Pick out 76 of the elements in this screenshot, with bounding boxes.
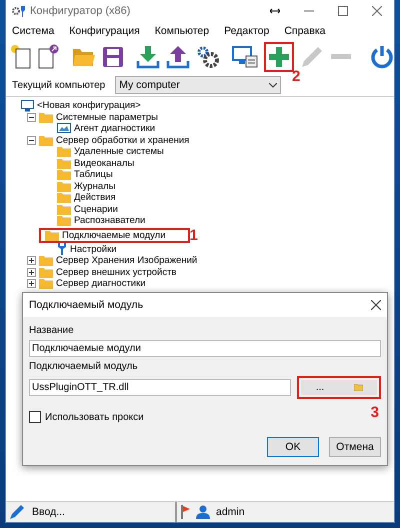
folder-icon (39, 255, 53, 266)
pencil-icon (10, 505, 24, 519)
computer-dropdown[interactable]: My computer (115, 76, 282, 94)
tree-item[interactable]: Действия (74, 192, 116, 204)
menu-item[interactable]: Справка (284, 25, 326, 37)
folder-icon (39, 278, 53, 290)
window-title: Конфигуратор (x86) (30, 5, 132, 17)
computer-icon (21, 100, 34, 112)
annotation-number: 1 (190, 226, 198, 244)
folder-icon (57, 158, 71, 169)
tree-item[interactable]: Видеоканалы (74, 158, 134, 169)
tree-item[interactable]: <Новая конфигурация> (37, 100, 141, 112)
user-icon (196, 505, 210, 519)
folder-icon (354, 384, 362, 391)
tree-item[interactable]: Удаленные системы (74, 146, 164, 158)
maximize-icon[interactable] (338, 6, 348, 16)
folder-icon (57, 180, 71, 192)
name-field[interactable]: Подключаемые модули (29, 340, 381, 357)
upload-icon[interactable] (166, 45, 190, 69)
tree-item[interactable]: Сервер внешних устройств (56, 266, 176, 278)
gears-icon (12, 5, 26, 17)
folder-icon (39, 266, 53, 278)
power-icon[interactable] (370, 45, 394, 69)
expand-icon[interactable] (27, 256, 36, 266)
menu-item[interactable]: Редактор (224, 25, 270, 37)
tree-item[interactable]: Системные параметры (56, 112, 158, 123)
collapse-icon[interactable] (27, 112, 36, 122)
tree-item[interactable]: Настройки (70, 244, 117, 255)
menu-item[interactable]: Система (12, 25, 54, 37)
gears-icon[interactable] (196, 45, 220, 69)
tree-item[interactable]: Подключаемые модули (62, 230, 166, 240)
tree-item[interactable]: Сервер Хранения Изображений (56, 255, 198, 266)
tree-item[interactable]: Сервер диагностики (56, 278, 146, 290)
dialog-title: Подключаемый модуль (29, 299, 144, 311)
monitors-icon[interactable] (232, 45, 258, 69)
document-arrow-icon[interactable] (38, 44, 60, 70)
download-icon[interactable] (136, 45, 160, 69)
user-name: admin (216, 506, 245, 518)
tree-item[interactable]: Агент диагностики (74, 123, 156, 134)
menu-item[interactable]: Компьютер (154, 25, 210, 37)
module-field[interactable]: UssPluginOTT_TR.dll (29, 379, 291, 396)
folder-icon (39, 134, 53, 146)
checkbox[interactable] (29, 411, 41, 423)
annotation-number: 3 (370, 404, 379, 421)
tree-item[interactable]: Таблицы (74, 169, 113, 180)
folder-icon (39, 112, 53, 123)
checkbox-label: Использовать прокси (45, 412, 144, 422)
tree-item[interactable]: Сценарии (74, 204, 118, 215)
tree-item[interactable]: Сервер обработки и хранения (56, 134, 190, 146)
flag-icon (181, 505, 190, 519)
folder-icon (57, 204, 71, 215)
folder-icon (57, 169, 71, 180)
tree-item[interactable]: Журналы (74, 180, 116, 192)
cancel-button[interactable]: Отмена (329, 437, 381, 457)
monitor-cloud-icon (57, 122, 71, 135)
tree-item[interactable]: Распознаватели (74, 215, 146, 226)
folder-icon (57, 146, 71, 158)
annotation-number: 2 (292, 68, 300, 85)
field-label: Подключаемый модуль (29, 361, 139, 372)
close-icon[interactable] (371, 300, 381, 310)
computer-label: Текущий компьютер (12, 80, 106, 90)
expand-icon[interactable] (27, 279, 36, 288)
ok-button[interactable]: OK (267, 437, 319, 457)
folder-icon (57, 215, 71, 226)
collapse-icon[interactable] (27, 136, 36, 145)
folder-icon (57, 192, 71, 204)
menu-item[interactable]: Конфигурация (69, 25, 140, 37)
resize-icon (270, 8, 280, 14)
field-label: Название (29, 325, 75, 336)
close-icon[interactable] (372, 6, 382, 16)
browse-button[interactable]: ... (301, 380, 339, 395)
status-text: Ввод... (32, 506, 65, 518)
new-document-icon[interactable] (10, 44, 32, 70)
wrench-icon (57, 243, 67, 256)
folder-icon (45, 230, 59, 240)
expand-icon[interactable] (27, 268, 36, 277)
